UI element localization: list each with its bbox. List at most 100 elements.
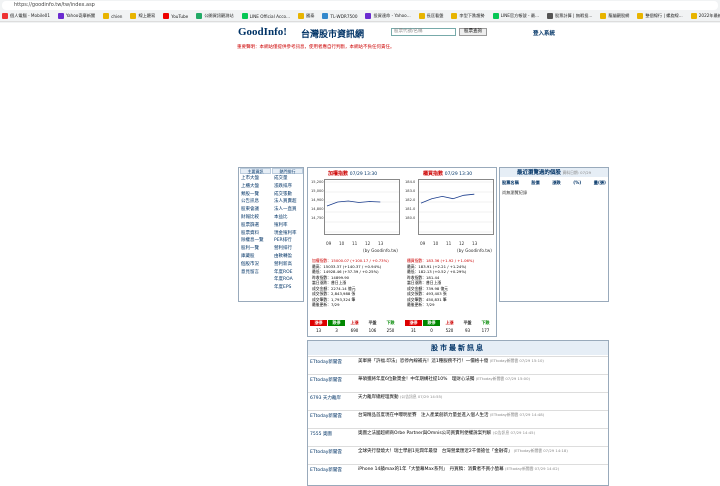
- bookmark-item[interactable]: LINE Official Acco...: [241, 13, 290, 19]
- news-headline[interactable]: 天力離岸總經理異動 (公告訊息 07/29 14:55): [358, 394, 602, 401]
- news-headline[interactable]: iPhone 14蘋max的1年「大螢幕Max系列」 丹買稿：消費者不買小螢幕 …: [358, 466, 602, 473]
- news-headline-text[interactable]: 台灣精品首度現在中曝明星賽 注入產業創新力量並進入個人生活: [358, 413, 490, 418]
- news-item[interactable]: ETtoday新聞雲 全球央行發燒大！瑞士學創1兆潤年最發 台灣營業匯近2千億搶位…: [308, 446, 608, 464]
- x-tick-label: 12: [365, 241, 371, 246]
- menu-item[interactable]: 漲跌排序: [274, 183, 297, 191]
- x-tick-label: 09: [420, 241, 426, 246]
- menu-item[interactable]: 類股一覽: [241, 191, 264, 199]
- bookmark-item[interactable]: Yahoo奇摩新聞: [58, 13, 95, 19]
- stock-search-input[interactable]: 股票代號/名稱: [391, 28, 456, 36]
- y-tick-label: 15,000: [311, 189, 324, 193]
- bookmark-item[interactable]: YouTube: [163, 13, 188, 19]
- news-headline[interactable]: 華碩獲將年度6位數獎金！中年期構社提10% 理財心法獨 (ETtoday新聞雲 …: [358, 376, 602, 383]
- news-source[interactable]: ETtoday新聞雲: [310, 413, 342, 419]
- menu-item[interactable]: 上櫃大盤: [241, 183, 264, 191]
- menu-item[interactable]: 成交張數: [274, 191, 297, 199]
- bookmark-item[interactable]: 公開資訊觀測站: [196, 13, 234, 19]
- bookmark-item[interactable]: 整個線行 | 螺旋線...: [637, 13, 683, 19]
- site-logo[interactable]: GoodInfo!: [238, 26, 287, 38]
- updown-label: 下跌: [382, 320, 399, 326]
- bookmark-item[interactable]: 股票計算 | 無暇投...: [547, 13, 592, 19]
- menu-item[interactable]: 殖利率: [274, 222, 297, 230]
- news-item[interactable]: ETtoday新聞雲 美軍將「許福.印法」恐停內線補光！這1種服務不行！一價格十億…: [308, 356, 608, 374]
- menu-item[interactable]: 法人一直買: [274, 206, 297, 214]
- menu-item[interactable]: 庫藏股: [241, 253, 264, 261]
- news-source[interactable]: ETtoday新聞雲: [310, 359, 342, 365]
- bookmark-item[interactable]: 個人電腦 - Mobile01: [2, 13, 50, 19]
- bookmark-favicon-icon: [547, 13, 554, 19]
- news-item[interactable]: 6793 天力離岸 天力離岸總經理異動 (公告訊息 07/29 14:55): [308, 392, 608, 410]
- news-headline[interactable]: 台灣精品首度現在中曝明星賽 注入產業創新力量並進入個人生活 (ETtoday新聞…: [358, 412, 602, 419]
- updown-count: 0: [430, 328, 433, 333]
- news-headline[interactable]: 全球央行發燒大！瑞士學創1兆潤年最發 台灣營業匯近2千億搶位「金融得」 (ETt…: [358, 448, 602, 455]
- news-meta: (ETtoday新聞雲 07/29 15:00): [475, 376, 530, 381]
- menu-item[interactable]: 營利排行: [274, 245, 297, 253]
- login-link[interactable]: 登入系統: [533, 29, 555, 37]
- menu-item[interactable]: 年度EPS: [274, 284, 297, 292]
- menu-item[interactable]: 股東會議: [241, 206, 264, 214]
- bookmark-item[interactable]: chien: [103, 13, 122, 19]
- menu-item[interactable]: 股票篩選: [241, 222, 264, 230]
- news-source[interactable]: 6793 天力離岸: [310, 395, 341, 401]
- news-headline-text[interactable]: 奧圖之法國超網商Orbe Partner與Omnis公司買賣利便權訴案判解: [358, 431, 493, 436]
- bookmark-item[interactable]: LINE官方帳號 - 最...: [492, 13, 539, 19]
- news-source[interactable]: 7555 奧圖: [310, 431, 332, 437]
- menu-item[interactable]: 財報比較: [241, 214, 264, 222]
- news-headline-text[interactable]: 華碩獲將年度6位數獎金！中年期構社提10% 理財心法獨: [358, 377, 476, 382]
- menu-item[interactable]: 年度ROA: [274, 276, 297, 284]
- bookmark-favicon-icon: [492, 13, 499, 19]
- menu-item[interactable]: 股利一覽: [241, 245, 264, 253]
- menu-item[interactable]: 除權息一覽: [241, 237, 264, 245]
- bookmark-item[interactable]: 龍貓觀股網: [600, 13, 629, 19]
- news-source[interactable]: ETtoday新聞雲: [310, 467, 342, 473]
- bookmark-item[interactable]: 線上聽寫: [130, 13, 155, 19]
- news-item[interactable]: ETtoday新聞雲 台灣精品首度現在中曝明星賽 注入產業創新力量並進入個人生活 …: [308, 410, 608, 428]
- menu-item[interactable]: PER排行: [274, 237, 297, 245]
- news-headline-text[interactable]: 天力離岸總經理異動: [358, 395, 400, 400]
- menu-item[interactable]: 現金殖利率: [274, 230, 297, 238]
- bookmark-item[interactable]: 國泰: [298, 13, 314, 19]
- menu-item[interactable]: 法人買賣超: [274, 198, 297, 206]
- otc-chart[interactable]: [418, 179, 494, 235]
- news-item[interactable]: 7555 奧圖 奧圖之法國超網商Orbe Partner與Omnis公司買賣利便權…: [308, 428, 608, 446]
- bookmark-item[interactable]: 李型下跌趨勢: [451, 13, 485, 19]
- recent-date: 資料日期: 07/29: [562, 170, 592, 175]
- x-tick-label: 11: [446, 241, 452, 246]
- bookmark-item[interactable]: 投資達命 - Yahoo...: [365, 13, 411, 19]
- listed-chart[interactable]: [324, 179, 400, 235]
- menu-item[interactable]: 股票資料: [241, 230, 264, 238]
- bookmark-label: 龍貓觀股網: [608, 13, 630, 18]
- menu-item[interactable]: 上市大盤: [241, 175, 264, 183]
- news-source[interactable]: ETtoday新聞雲: [310, 449, 342, 455]
- menu-item[interactable]: 本益比: [274, 214, 297, 222]
- news-headline[interactable]: 奧圖之法國超網商Orbe Partner與Omnis公司買賣利便權訴案判解 (公…: [358, 430, 602, 437]
- menu-item[interactable]: 公告訊息: [241, 198, 264, 206]
- updown-label: 上漲: [441, 320, 458, 326]
- menu-item[interactable]: 個股市況: [241, 261, 264, 269]
- news-headline[interactable]: 美軍將「許福.印法」恐停內線補光！這1種服務不行！一價格十億 (ETtoday新…: [358, 358, 602, 365]
- bookmark-item[interactable]: 2022年最新股票...: [690, 13, 720, 19]
- bookmark-item[interactable]: TL-WDR7500: [322, 13, 357, 19]
- stock-search-button[interactable]: 股票查詢: [459, 28, 487, 36]
- menu-item[interactable]: 成交量: [274, 175, 297, 183]
- menu-item[interactable]: 意見留言: [241, 269, 264, 277]
- news-headline-text[interactable]: 美軍將「許福.印法」恐停內線補光！這1種服務不行！一價格十億: [358, 359, 490, 364]
- bookmark-label: TL-WDR7500: [330, 13, 358, 19]
- bookmark-label: 公開資訊觀測站: [204, 13, 234, 18]
- menu-item[interactable]: 營利新高: [274, 261, 297, 269]
- y-tick-label: 15,200: [311, 180, 324, 184]
- news-meta: (ETtoday新聞雲 07/29 14:18): [513, 448, 568, 453]
- menu-item[interactable]: 由軟轉盈: [274, 253, 297, 261]
- news-source[interactable]: ETtoday新聞雲: [310, 377, 342, 383]
- address-bar[interactable]: https://goodinfo.tw/tw/index.asp: [2, 1, 718, 10]
- news-item[interactable]: ETtoday新聞雲 iPhone 14蘋max的1年「大螢幕Max系列」 丹買稿…: [308, 464, 608, 482]
- menu-item[interactable]: 年度ROE: [274, 269, 297, 277]
- bookmark-label: 李型下跌趨勢: [459, 13, 485, 18]
- news-headline-text[interactable]: iPhone 14蘋max的1年「大螢幕Max系列」 丹買稿：消費者不買小螢幕: [358, 467, 505, 472]
- x-tick-label: 09: [326, 241, 332, 246]
- news-headline-text[interactable]: 全球央行發燒大！瑞士學創1兆潤年最發 台灣營業匯近2千億搶位「金融得」: [358, 449, 514, 454]
- updown-count: 177: [481, 328, 490, 333]
- bookmark-item[interactable]: 長匡看盤: [418, 13, 443, 19]
- news-item[interactable]: ETtoday新聞雲 華碩獲將年度6位數獎金！中年期構社提10% 理財心法獨 (E…: [308, 374, 608, 392]
- updown-count: 93: [464, 328, 471, 333]
